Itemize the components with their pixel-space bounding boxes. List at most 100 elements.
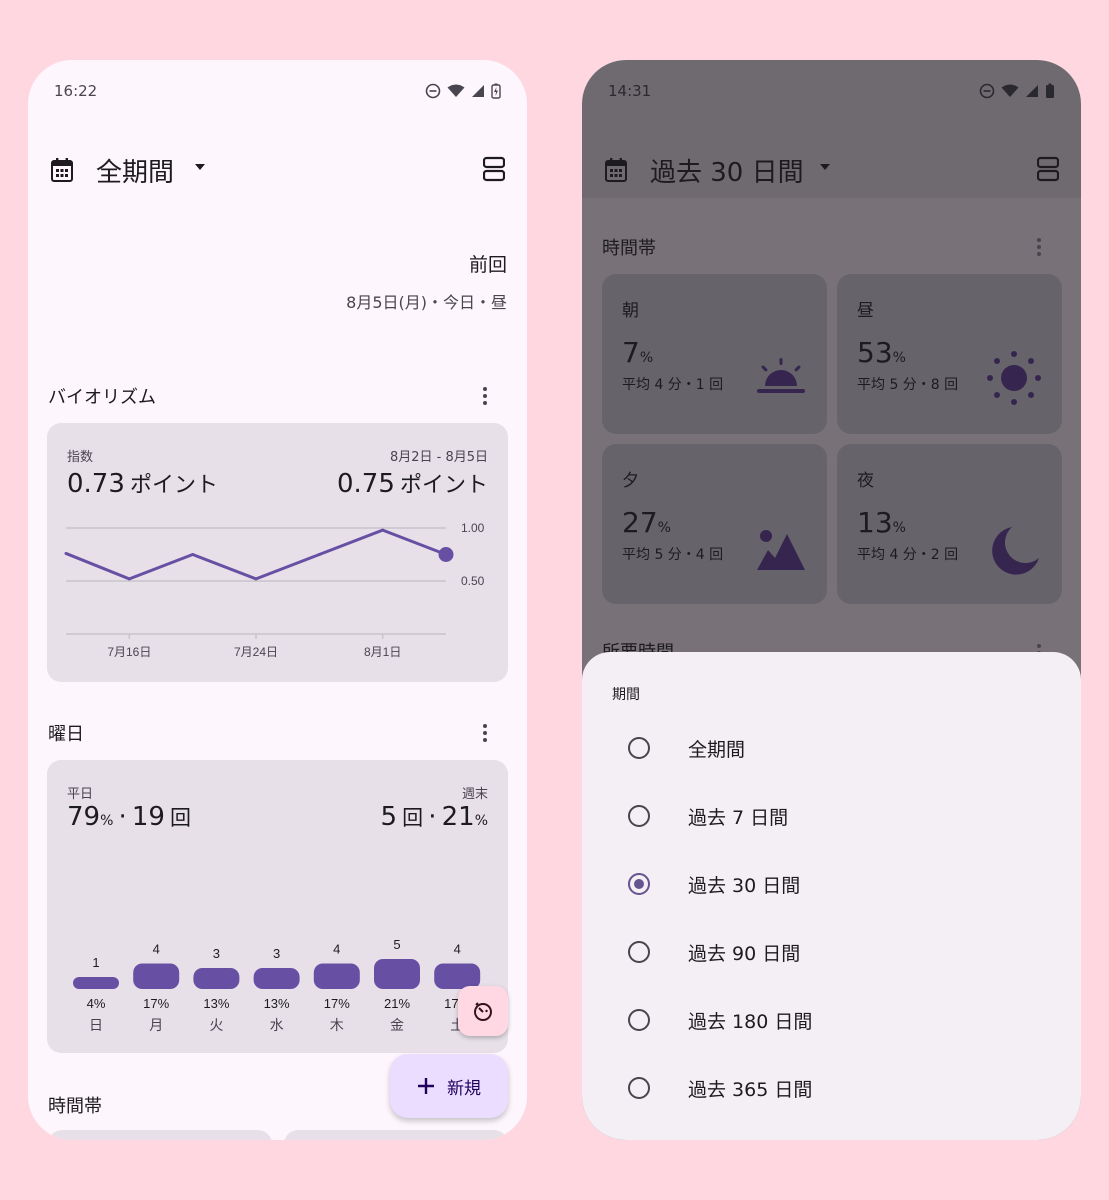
pct-unit: %	[892, 520, 906, 536]
new-entry-fab[interactable]: 新規	[390, 1054, 508, 1118]
option-label: 過去 365 日間	[688, 1078, 813, 1101]
bar	[313, 963, 360, 989]
x-tick-label: 7月16日	[107, 645, 151, 659]
status-icons	[979, 83, 1055, 99]
period-option-7[interactable]: 過去 7 日間	[612, 788, 1051, 844]
period-option-all[interactable]: 全期間	[612, 720, 1051, 776]
timeofday-card-peek	[48, 1130, 272, 1140]
bar-value-label: 4	[153, 942, 160, 957]
status-time: 14:31	[608, 82, 652, 100]
bar-percent-label: 17%	[324, 996, 350, 1011]
card-sub: 平均 4 分・1 回	[622, 377, 724, 393]
bar-percent-label: 21%	[384, 996, 410, 1011]
bar-value-label: 3	[273, 946, 280, 961]
radio-button-selected[interactable]	[628, 873, 650, 895]
data-point	[254, 577, 258, 581]
signal-icon	[472, 85, 484, 97]
data-point	[317, 553, 321, 556]
bar	[374, 959, 420, 989]
bar-value-label: 3	[213, 946, 220, 961]
dnd-icon	[979, 83, 995, 99]
card-pct-value: 13	[857, 506, 893, 539]
chevron-down-icon[interactable]	[820, 164, 830, 170]
card-sub: 平均 5 分・4 回	[622, 547, 724, 563]
sunrise-icon	[757, 358, 805, 393]
radio-button[interactable]	[628, 737, 650, 759]
bar	[253, 968, 300, 989]
last-value: 8月5日(月)・今日・昼	[346, 293, 507, 312]
right-screen: 14:31 過去 30 日間 時間帯 朝 7% 平均 4 分・1 回 昼 53%…	[582, 60, 1081, 1140]
card-pct-value: 53	[857, 336, 893, 369]
radio-button[interactable]	[628, 1077, 650, 1099]
more-vert-icon[interactable]	[483, 387, 487, 408]
bar-value-label: 1	[92, 955, 99, 970]
bar-category-label: 火	[209, 1018, 223, 1034]
wifi-icon	[447, 84, 465, 97]
top-app-bar: 全期間	[28, 140, 527, 200]
period-option-365[interactable]: 過去 365 日間	[612, 1060, 1051, 1116]
bar-value-label: 4	[333, 942, 340, 957]
period-option-30[interactable]: 過去 30 日間	[612, 856, 1051, 912]
bar-category-label: 金	[390, 1018, 404, 1034]
pct-unit: %	[639, 350, 654, 366]
pct-unit: %	[892, 350, 906, 366]
period-selector[interactable]: 過去 30 日間	[650, 152, 804, 189]
card-pct: 27%	[622, 506, 671, 539]
pct-unit: %	[657, 520, 671, 536]
bar-value-label: 4	[454, 942, 461, 957]
weekday-card[interactable]: 平日 79% · 19 回 週末 5 回 · 21% 1 4% 日 4 17% 月 3 13%…	[47, 760, 508, 1053]
view-agenda-icon[interactable]	[483, 156, 505, 182]
sheet-title: 期間	[612, 687, 640, 703]
card-name: 夜	[857, 471, 874, 491]
signal-icon	[1026, 85, 1038, 97]
more-vert-icon[interactable]	[1037, 238, 1041, 259]
moon-icon	[992, 527, 1039, 575]
chevron-down-icon[interactable]	[195, 164, 205, 170]
timer-icon	[474, 1002, 492, 1021]
battery-icon	[491, 83, 501, 99]
add-icon	[418, 1078, 434, 1094]
timeofday-card-evening[interactable]: 夕 27% 平均 5 分・4 回	[602, 444, 827, 604]
status-time: 16:22	[54, 82, 98, 100]
landscape-icon	[757, 530, 805, 570]
bar-percent-label: 17%	[143, 996, 169, 1011]
timeofday-card-night[interactable]: 夜 13% 平均 4 分・2 回	[837, 444, 1062, 604]
bar	[73, 977, 119, 989]
period-bottom-sheet: 期間 全期間 過去 7 日間 過去 30 日間 過去 90 日間 過去 180 …	[582, 652, 1081, 1140]
view-agenda-icon[interactable]	[1037, 156, 1059, 182]
card-name: 夕	[622, 471, 639, 491]
option-label: 過去 7 日間	[688, 806, 789, 829]
calendar-icon[interactable]	[50, 157, 74, 183]
biorhythm-card[interactable]: 指数 0.73 ポイント 8月2日 - 8月5日 0.75 ポイント 1.00 0…	[47, 423, 508, 682]
radio-button[interactable]	[628, 941, 650, 963]
calendar-icon[interactable]	[604, 157, 628, 183]
bar-percent-label: 13%	[264, 996, 290, 1011]
top-app-bar: 過去 30 日間	[582, 140, 1081, 200]
biorhythm-title: バイオリズム	[48, 387, 156, 408]
bar-category-label: 木	[330, 1018, 344, 1034]
status-icons	[425, 83, 501, 99]
period-option-90[interactable]: 過去 90 日間	[612, 924, 1051, 980]
bar-category-label: 日	[89, 1018, 103, 1034]
dnd-icon	[425, 83, 441, 99]
y-tick-label: 0.50	[461, 574, 485, 588]
option-label: 全期間	[688, 738, 746, 761]
timeofday-card-noon[interactable]: 昼 53% 平均 5 分・8 回	[837, 274, 1062, 434]
radio-button[interactable]	[628, 1009, 650, 1031]
card-name: 朝	[622, 301, 639, 321]
card-pct: 53%	[857, 336, 906, 369]
timer-fab[interactable]	[458, 986, 508, 1036]
data-point	[381, 528, 385, 532]
sun-icon	[987, 351, 1041, 405]
option-label: 過去 30 日間	[688, 874, 801, 897]
card-sub: 平均 5 分・8 回	[857, 377, 959, 393]
timeofday-card-morning[interactable]: 朝 7% 平均 4 分・1 回	[602, 274, 827, 434]
period-selector[interactable]: 全期間	[96, 152, 174, 189]
wifi-icon	[1001, 84, 1019, 97]
status-bar: 16:22	[54, 80, 501, 102]
more-vert-icon[interactable]	[483, 724, 487, 745]
bar-percent-label: 4%	[87, 996, 106, 1011]
period-option-180[interactable]: 過去 180 日間	[612, 992, 1051, 1048]
radio-button[interactable]	[628, 805, 650, 827]
card-pct-value: 27	[622, 506, 658, 539]
